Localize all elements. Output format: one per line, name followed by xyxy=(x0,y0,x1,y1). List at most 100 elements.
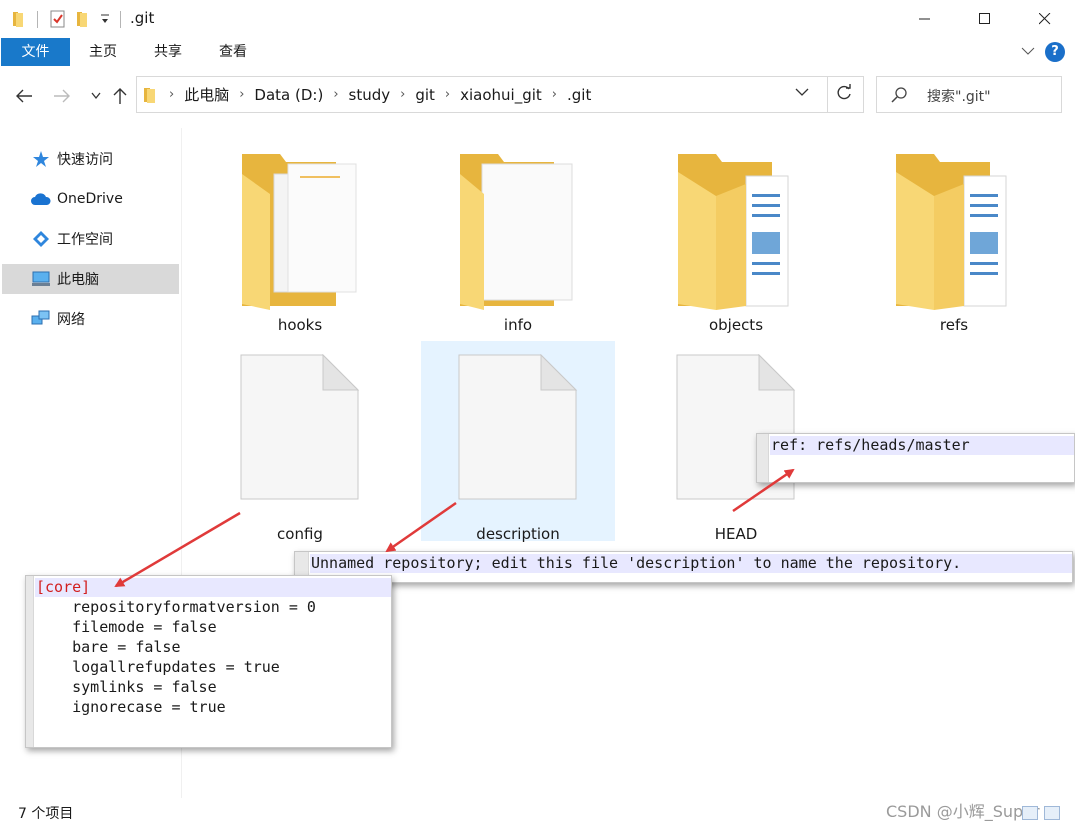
recent-locations-button[interactable] xyxy=(84,84,108,108)
arrow-right-icon xyxy=(54,89,70,103)
close-button[interactable] xyxy=(1022,0,1068,38)
new-folder-icon[interactable] xyxy=(76,10,90,32)
refresh-icon[interactable] xyxy=(835,84,855,104)
code-line: symlinks = false xyxy=(36,678,217,696)
sidebar-item-onedrive[interactable]: OneDrive xyxy=(2,184,179,214)
network-icon xyxy=(31,309,51,329)
code-line: ref: refs/heads/master xyxy=(771,436,970,454)
help-button[interactable]: ? xyxy=(1045,42,1065,62)
file-name: hooks xyxy=(277,316,323,334)
sidebar-item-workspace[interactable]: 工作空间 xyxy=(2,224,179,254)
computer-icon xyxy=(31,269,51,289)
folder-icon xyxy=(460,154,573,310)
chevron-right-icon[interactable]: › xyxy=(552,87,557,102)
address-divider xyxy=(827,77,828,112)
description-content-popup: Unnamed repository; edit this file 'desc… xyxy=(294,551,1073,583)
minimize-button[interactable] xyxy=(902,0,948,38)
close-icon xyxy=(1039,13,1051,25)
item-count: 7 个项目 xyxy=(18,806,74,822)
breadcrumb-drive-d[interactable]: Data (D:) xyxy=(254,86,323,104)
code-line: filemode = false xyxy=(36,618,217,636)
large-icons-view-icon[interactable] xyxy=(1044,806,1060,820)
chevron-right-icon: › xyxy=(169,87,175,102)
folder-icon xyxy=(12,10,26,32)
file-name: HEAD xyxy=(714,525,758,543)
breadcrumb-git[interactable]: git xyxy=(415,86,435,104)
tab-home[interactable]: 主页 xyxy=(76,38,130,66)
sidebar-item-label: OneDrive xyxy=(57,191,123,207)
sidebar-item-label: 网络 xyxy=(57,312,85,328)
chevron-down-icon xyxy=(91,92,101,100)
breadcrumb-study[interactable]: study xyxy=(349,86,391,104)
chevron-right-icon[interactable]: › xyxy=(445,87,450,102)
sidebar-item-label: 工作空间 xyxy=(57,232,113,248)
file-name: description xyxy=(476,525,560,543)
forward-button[interactable] xyxy=(50,84,74,108)
maximize-icon xyxy=(979,13,990,24)
folder-icon xyxy=(896,154,1007,310)
editor-gutter xyxy=(26,576,34,747)
back-button[interactable] xyxy=(12,84,36,108)
folder-icon xyxy=(143,86,159,104)
up-button[interactable] xyxy=(108,84,132,108)
file-item-selected[interactable]: description xyxy=(421,341,615,543)
code-line: Unnamed repository; edit this file 'desc… xyxy=(311,554,962,572)
sidebar-item-label: 此电脑 xyxy=(57,272,99,288)
breadcrumb: › 此电脑 › Data (D:) › study › git › xiaohu… xyxy=(137,77,591,112)
folder-icon xyxy=(678,154,789,310)
workspace-icon xyxy=(31,229,51,249)
folder-icon xyxy=(242,154,357,310)
folder-item[interactable]: info xyxy=(421,140,615,340)
chevron-right-icon[interactable]: › xyxy=(400,87,405,102)
folder-item[interactable]: refs xyxy=(857,140,1051,340)
file-icon xyxy=(240,354,360,500)
details-view-icon[interactable] xyxy=(1022,806,1038,820)
search-box[interactable]: 搜索".git" xyxy=(876,76,1062,113)
window-title: .git xyxy=(130,9,155,27)
view-switcher xyxy=(1022,806,1060,820)
folder-item[interactable]: objects xyxy=(639,140,833,340)
toolbar-divider xyxy=(120,11,121,28)
maximize-button[interactable] xyxy=(962,0,1008,38)
customize-dropdown-icon[interactable] xyxy=(100,13,110,29)
breadcrumb-dot-git[interactable]: .git xyxy=(567,86,591,104)
folder-item[interactable]: hooks xyxy=(203,140,397,340)
search-icon xyxy=(891,87,907,107)
head-content-popup: ref: refs/heads/master xyxy=(756,433,1075,483)
ribbon-tabs: 文件 主页 共享 查看 ? xyxy=(0,38,1075,68)
toolbar-divider xyxy=(37,11,38,28)
file-name: refs xyxy=(939,316,969,334)
code-line: ignorecase = true xyxy=(36,698,226,716)
expand-ribbon-icon[interactable] xyxy=(1021,44,1035,60)
breadcrumb-xiaohui-git[interactable]: xiaohui_git xyxy=(460,86,542,104)
navigation-bar: › 此电脑 › Data (D:) › study › git › xiaohu… xyxy=(0,72,1075,118)
watermark: CSDN @小辉_Super xyxy=(886,802,1040,821)
chevron-right-icon[interactable]: › xyxy=(333,87,338,102)
sidebar-item-network[interactable]: 网络 xyxy=(2,304,179,334)
breadcrumb-this-pc[interactable]: 此电脑 xyxy=(184,84,229,105)
code-line: logallrefupdates = true xyxy=(36,658,280,676)
file-item[interactable]: config xyxy=(203,341,397,543)
address-bar[interactable]: › 此电脑 › Data (D:) › study › git › xiaohu… xyxy=(136,76,864,113)
address-dropdown-icon[interactable] xyxy=(795,85,813,103)
file-name: info xyxy=(503,316,533,334)
code-line: repositoryformatversion = 0 xyxy=(36,598,316,616)
tab-file[interactable]: 文件 xyxy=(1,38,70,66)
sidebar-item-quick-access[interactable]: 快速访问 xyxy=(2,144,179,174)
sidebar-item-this-pc[interactable]: 此电脑 xyxy=(2,264,179,294)
editor-gutter xyxy=(757,434,769,482)
tab-share[interactable]: 共享 xyxy=(140,38,196,66)
config-section-header: [core] xyxy=(36,578,91,596)
cloud-icon xyxy=(31,189,51,209)
sidebar-item-label: 快速访问 xyxy=(57,152,113,168)
properties-icon[interactable] xyxy=(50,10,66,32)
minimize-icon xyxy=(919,18,930,20)
file-name: config xyxy=(277,525,323,543)
code-line: bare = false xyxy=(36,638,181,656)
title-bar: .git xyxy=(0,0,1075,38)
file-name: objects xyxy=(708,316,764,334)
star-icon xyxy=(31,149,51,169)
tab-view[interactable]: 查看 xyxy=(206,38,260,66)
search-placeholder: 搜索".git" xyxy=(927,89,991,105)
chevron-right-icon[interactable]: › xyxy=(239,87,244,102)
